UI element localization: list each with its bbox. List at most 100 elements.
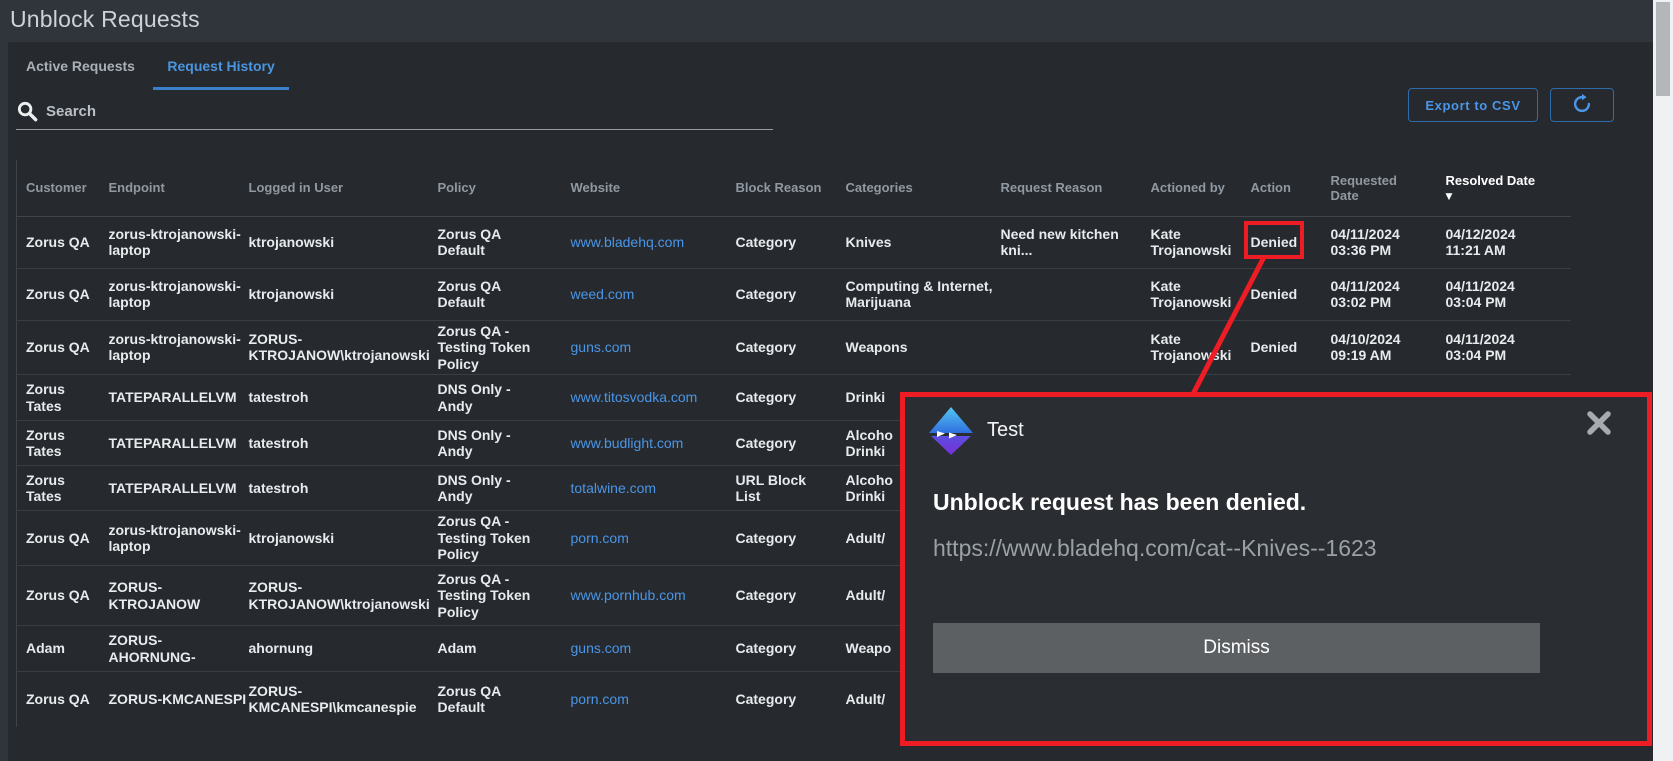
column-header[interactable]: Requested Date bbox=[1318, 160, 1434, 217]
tab-active-requests[interactable]: Active Requests bbox=[12, 58, 149, 87]
column-header[interactable]: Actioned by bbox=[1138, 160, 1239, 217]
website-link[interactable]: weed.com bbox=[571, 286, 635, 302]
page-title: Unblock Requests bbox=[10, 6, 200, 32]
cell-actioned-by: Kate Trojanowski bbox=[1150, 225, 1232, 259]
cell-action: Denied bbox=[1238, 267, 1319, 320]
cell-endpoint: ZORUS-KMCANESPI bbox=[96, 671, 246, 727]
search-bar[interactable] bbox=[16, 98, 773, 130]
cell-website: guns.com bbox=[558, 625, 724, 672]
cell-website: totalwine.com bbox=[558, 465, 724, 511]
cell-categories: Knives bbox=[845, 233, 892, 250]
column-header[interactable]: Logged in User bbox=[236, 160, 426, 217]
cell-website: porn.com bbox=[558, 510, 724, 566]
cell-logged-in-user: ZORUS- KTROJANOW\ktrojanowski bbox=[236, 565, 430, 626]
table-row[interactable]: Zorus QA zorus-ktrojanowski- laptop ZORU… bbox=[16, 319, 1571, 375]
cell-policy: Zorus QA - Testing Token Policy bbox=[425, 319, 559, 375]
cell-customer: Zorus QA bbox=[16, 319, 97, 375]
cell-block-reason: Category bbox=[723, 374, 834, 421]
cell-requested-date: 04/11/2024 03:02 PM bbox=[1318, 267, 1434, 320]
column-header[interactable]: Website bbox=[558, 160, 724, 217]
cell-endpoint: zorus-ktrojanowski- laptop bbox=[108, 225, 241, 259]
column-header[interactable]: Categories bbox=[833, 160, 989, 217]
cell-resolved-date: 04/11/2024 03:04 PM bbox=[1433, 319, 1571, 375]
cell-policy: Zorus QA - Testing Token Policy bbox=[425, 565, 559, 626]
cell-customer: Zorus QA bbox=[16, 267, 97, 320]
website-link[interactable]: totalwine.com bbox=[571, 480, 657, 496]
cell-website: guns.com bbox=[558, 319, 724, 375]
column-header[interactable]: Resolved Date ▼ bbox=[1433, 160, 1571, 217]
cell-customer: Adam bbox=[16, 625, 97, 672]
column-header[interactable]: Policy bbox=[425, 160, 559, 217]
cell-website: www.budlight.com bbox=[558, 420, 724, 466]
cell-block-reason: Category bbox=[735, 233, 797, 250]
cell-logged-in-user: ktrojanowski bbox=[236, 510, 426, 566]
website-link[interactable]: www.pornhub.com bbox=[571, 587, 686, 603]
column-header[interactable]: Endpoint bbox=[96, 160, 237, 217]
column-header-label: Block Reason bbox=[735, 180, 822, 196]
refresh-icon bbox=[1571, 93, 1593, 118]
tab-bar: Active Requests Request History bbox=[12, 58, 289, 90]
cell-customer: Zorus QA bbox=[16, 565, 97, 626]
cell-website: porn.com bbox=[558, 671, 724, 727]
export-to-csv-button[interactable]: Export to CSV bbox=[1408, 88, 1538, 122]
cell-logged-in-user: tatestroh bbox=[236, 374, 426, 421]
cell-actioned-by: Kate Trojanowski bbox=[1138, 319, 1239, 375]
dismiss-button[interactable]: Dismiss bbox=[933, 623, 1540, 673]
refresh-button[interactable] bbox=[1550, 88, 1614, 122]
website-link[interactable]: www.budlight.com bbox=[571, 435, 684, 451]
cell-block-reason: URL Block List bbox=[723, 465, 834, 511]
cell-customer: Zorus QA bbox=[26, 233, 90, 250]
column-header[interactable]: Block Reason bbox=[723, 160, 834, 217]
column-header[interactable]: Customer bbox=[16, 160, 97, 217]
cell-logged-in-user: ZORUS- KTROJANOW\ktrojanowski bbox=[236, 319, 430, 375]
tab-request-history[interactable]: Request History bbox=[153, 58, 289, 90]
website-link[interactable]: porn.com bbox=[571, 530, 629, 546]
cell-resolved-date: 04/12/2024 11:21 AM bbox=[1445, 225, 1516, 259]
website-link[interactable]: www.titosvodka.com bbox=[571, 389, 698, 405]
table-row[interactable]: Zorus QA zorus-ktrojanowski- laptop ktro… bbox=[16, 267, 1571, 320]
website-link[interactable]: guns.com bbox=[571, 640, 632, 656]
website-link[interactable]: porn.com bbox=[571, 691, 629, 707]
cell-customer: Zorus QA bbox=[16, 671, 97, 727]
cell-policy: Zorus QA - Testing Token Policy bbox=[425, 510, 559, 566]
cell-logged-in-user: ktrojanowski bbox=[236, 267, 426, 320]
cell-customer: Zorus Tates bbox=[16, 420, 97, 466]
column-header-label: Requested Date bbox=[1330, 172, 1397, 203]
column-header[interactable]: Request Reason bbox=[988, 160, 1139, 217]
screen: Unblock Requests Active Requests Request… bbox=[0, 0, 1673, 761]
column-header[interactable]: Action bbox=[1238, 160, 1319, 217]
popup-header: Test bbox=[905, 397, 1647, 467]
website-link[interactable]: www.bladehq.com bbox=[571, 234, 685, 250]
cell-logged-in-user: ZORUS- KMCANESPI\kmcanespie bbox=[236, 671, 426, 727]
search-input[interactable] bbox=[46, 103, 773, 124]
cell-endpoint: zorus-ktrojanowski- laptop bbox=[96, 267, 241, 320]
column-header-label: Logged in User bbox=[248, 180, 344, 196]
cell-policy: Zorus QA Default bbox=[425, 267, 559, 320]
cell-request-reason bbox=[988, 267, 1139, 320]
cell-policy: Zorus QA Default bbox=[437, 225, 502, 259]
website-link[interactable]: guns.com bbox=[571, 339, 632, 355]
cell-policy: DNS Only - Andy bbox=[425, 374, 559, 421]
cell-block-reason: Category bbox=[723, 420, 834, 466]
cell-request-reason: Need new kitchen kni... bbox=[1000, 225, 1119, 259]
cell-endpoint: TATEPARALLELVM bbox=[96, 420, 237, 466]
search-icon bbox=[16, 100, 39, 128]
column-header-label: Resolved Date bbox=[1445, 173, 1536, 189]
cell-policy: Adam bbox=[425, 625, 559, 672]
column-header-label: Website bbox=[570, 180, 621, 196]
cell-actioned-by: Kate Trojanowski bbox=[1138, 267, 1239, 320]
scrollbar-thumb[interactable] bbox=[1656, 2, 1670, 96]
close-icon[interactable] bbox=[1585, 409, 1615, 439]
cell-requested-date: 04/11/2024 03:36 PM bbox=[1330, 225, 1400, 259]
cell-block-reason: Category bbox=[723, 565, 834, 626]
column-header-label: Request Reason bbox=[1000, 180, 1103, 196]
cell-customer: Zorus Tates bbox=[16, 465, 97, 511]
column-header-label: Endpoint bbox=[108, 180, 165, 196]
cell-logged-in-user: tatestroh bbox=[236, 420, 426, 466]
column-header-label: Policy bbox=[437, 180, 476, 196]
table-header-row: Customer Endpoint Logged in User Policy … bbox=[16, 160, 1571, 217]
table-row[interactable]: Zorus QA zorus-ktrojanowski- laptop ktro… bbox=[17, 216, 1571, 268]
cell-block-reason: Category bbox=[723, 671, 834, 727]
page-scrollbar[interactable] bbox=[1653, 0, 1673, 761]
cell-request-reason bbox=[988, 319, 1139, 375]
